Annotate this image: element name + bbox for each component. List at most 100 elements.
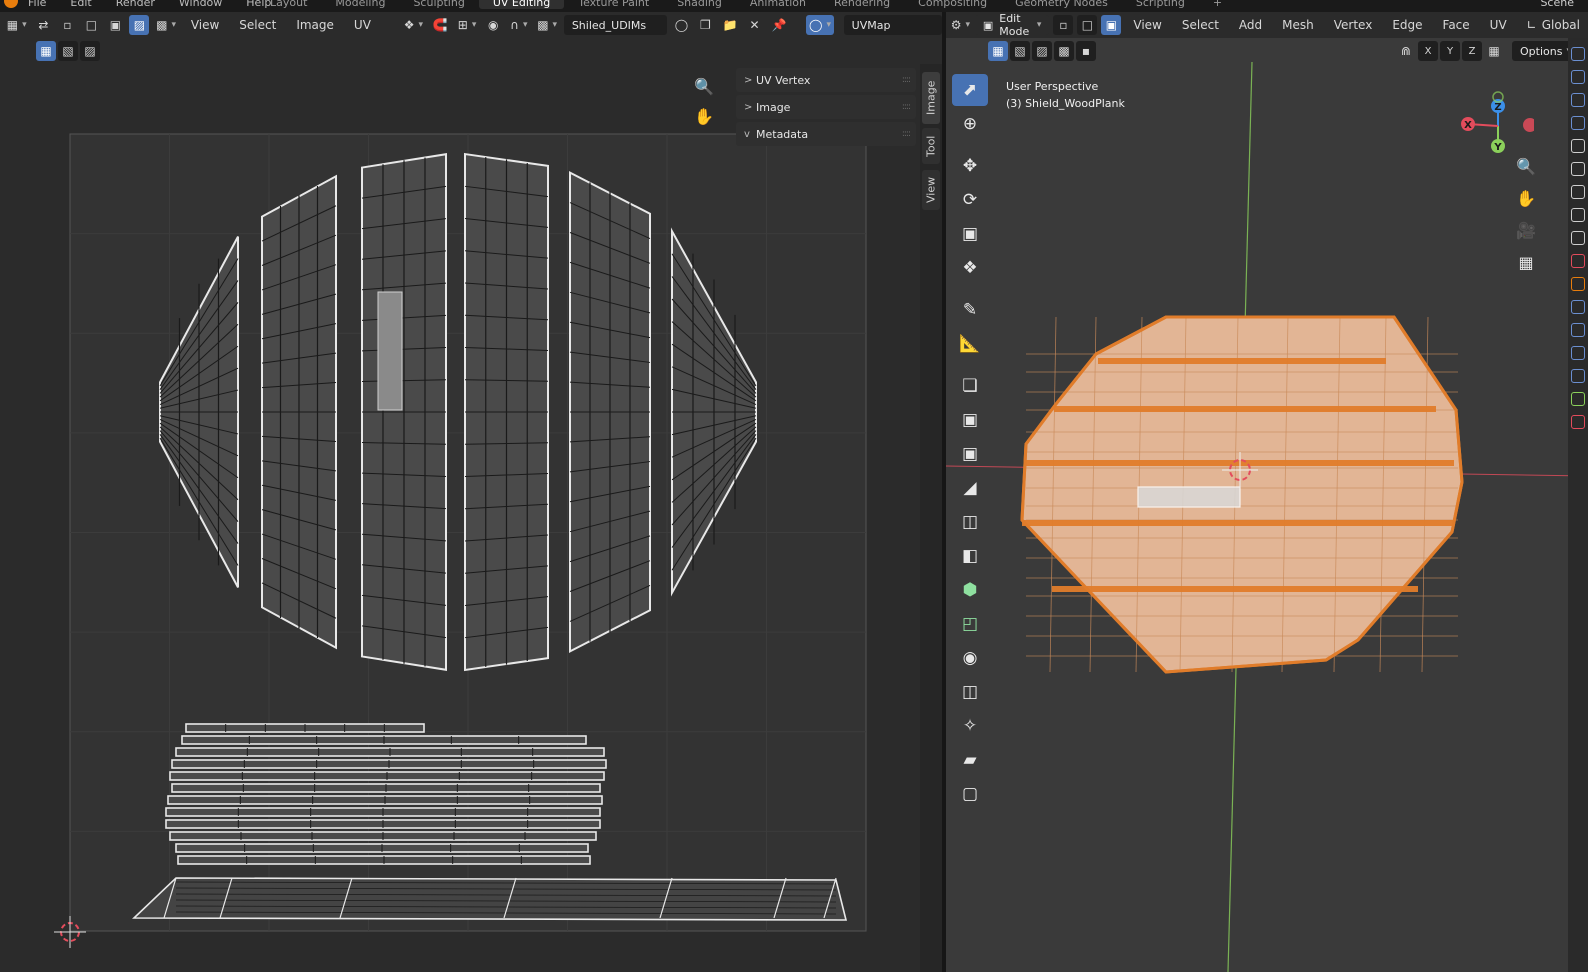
image-name-field[interactable]: Shiled_UDIMs [563, 15, 668, 35]
uv-map-field[interactable]: UVMap [843, 15, 942, 35]
properties-view-layer-icon[interactable] [1571, 208, 1585, 222]
transform-tool-icon[interactable]: ❖ [952, 252, 988, 284]
select-extend-mode-icon[interactable]: ▧ [1010, 41, 1030, 61]
select-box-tool-icon[interactable]: ⬈ [952, 74, 988, 106]
shrink-fatten-tool-icon[interactable]: ✧ [952, 710, 988, 742]
camera-view-icon[interactable]: 🎥 [1512, 216, 1540, 244]
measure-tool-icon[interactable]: 📐 [952, 328, 988, 360]
mirror-z-toggle[interactable]: Z [1462, 41, 1482, 61]
drag-handle-icon[interactable]: :::: [902, 129, 911, 139]
vertex-mode-icon[interactable]: ▫ [1053, 15, 1074, 35]
rotate-tool-icon[interactable]: ⟳ [952, 184, 988, 216]
extrude-tool-icon[interactable]: ▣ [952, 404, 988, 436]
menu-face[interactable]: Face [1435, 15, 1478, 35]
menu-file[interactable]: File [28, 0, 46, 9]
auto-merge-icon[interactable]: ▦ [1484, 41, 1504, 61]
outliner-icon[interactable] [1571, 93, 1585, 107]
menu-render[interactable]: Render [116, 0, 155, 9]
menu-uv[interactable]: UV [1482, 15, 1515, 35]
properties-constraints-icon[interactable] [1571, 369, 1585, 383]
drag-handle-icon[interactable]: :::: [902, 102, 911, 112]
overlay-icon[interactable]: ◯ [806, 15, 834, 35]
tab-image[interactable]: Image [922, 72, 940, 124]
select-invert-mode-icon[interactable]: ▩ [1054, 41, 1074, 61]
scale-tool-icon[interactable]: ▣ [952, 218, 988, 250]
annotate-tool-icon[interactable]: ✎ [952, 294, 988, 326]
menu-window[interactable]: Window [179, 0, 222, 9]
tab-uv-editing[interactable]: UV Editing [478, 0, 565, 9]
outliner-icon[interactable] [1571, 70, 1585, 84]
proportional-edit-icon[interactable]: ◉ [483, 15, 503, 35]
sticky-select-icon[interactable]: ▩ [153, 15, 178, 35]
smooth-tool-icon[interactable]: ◉ [952, 642, 988, 674]
menu-view[interactable]: View [1125, 15, 1169, 35]
select-subtract-mode-icon[interactable]: ▨ [1032, 41, 1052, 61]
tab-compositing[interactable]: Compositing [904, 0, 1001, 9]
properties-data-icon[interactable] [1571, 392, 1585, 406]
vertex-select-icon[interactable]: ▫ [57, 15, 77, 35]
properties-tool-icon[interactable] [1571, 139, 1585, 153]
metadata-panel[interactable]: v Metadata :::: [736, 122, 916, 146]
edge-slide-tool-icon[interactable]: ◫ [952, 676, 988, 708]
properties-output-icon[interactable] [1571, 185, 1585, 199]
face-select-icon[interactable]: ▣ [105, 15, 125, 35]
sync-selection-icon[interactable]: ⇄ [33, 15, 53, 35]
tab-scripting[interactable]: Scripting [1122, 0, 1199, 9]
outliner-icon[interactable] [1571, 47, 1585, 61]
pan-hand-icon[interactable]: ✋ [1512, 184, 1540, 212]
snap-icon[interactable]: 🧲 [430, 15, 451, 35]
neg-x-axis-icon[interactable] [1523, 118, 1534, 132]
properties-modifier-icon[interactable] [1571, 300, 1585, 314]
scene-selector[interactable]: Scene [1540, 0, 1574, 9]
falloff-icon[interactable]: ∩ [507, 15, 530, 35]
mode-selector[interactable]: ▣ Edit Mode [974, 12, 1050, 38]
menu-select[interactable]: Select [231, 15, 284, 35]
select-box-mode-icon[interactable]: ▦ [988, 41, 1008, 61]
drag-handle-icon[interactable]: :::: [902, 75, 911, 85]
tab-modeling[interactable]: Modeling [321, 0, 399, 9]
edge-mode-icon[interactable]: □ [1077, 15, 1098, 35]
tab-rendering[interactable]: Rendering [820, 0, 904, 9]
outliner-icon[interactable] [1571, 116, 1585, 130]
tab-geometry-nodes[interactable]: Geometry Nodes [1001, 0, 1122, 9]
properties-world-icon[interactable] [1571, 254, 1585, 268]
mirror-y-toggle[interactable]: Y [1440, 41, 1460, 61]
pin-icon[interactable]: 📌 [769, 15, 790, 35]
move-tool-icon[interactable]: ✥ [952, 150, 988, 182]
menu-vertex[interactable]: Vertex [1326, 15, 1381, 35]
image-panel[interactable]: > Image :::: [736, 95, 916, 119]
zoom-icon[interactable]: 🔍 [690, 72, 718, 100]
tab-sculpting[interactable]: Sculpting [399, 0, 478, 9]
ortho-grid-icon[interactable]: ▦ [1512, 248, 1540, 276]
bevel-tool-icon[interactable]: ◢ [952, 472, 988, 504]
properties-particles-icon[interactable] [1571, 323, 1585, 337]
tab-texture-paint[interactable]: Texture Paint [564, 0, 663, 9]
properties-scene-icon[interactable] [1571, 231, 1585, 245]
inset-tool-icon[interactable]: ▣ [952, 438, 988, 470]
loop-cut-tool-icon[interactable]: ◫ [952, 506, 988, 538]
unlink-image-icon[interactable]: ✕ [745, 15, 765, 35]
menu-image[interactable]: Image [288, 15, 342, 35]
image-browse-icon[interactable]: ▩ [534, 15, 559, 35]
spin-tool-icon[interactable]: ◰ [952, 608, 988, 640]
snap-target-icon[interactable]: ⊞ [455, 15, 479, 35]
shear-tool-icon[interactable]: ▰ [952, 744, 988, 776]
uv-vertex-panel[interactable]: > UV Vertex :::: [736, 68, 916, 92]
poly-build-tool-icon[interactable]: ⬢ [952, 574, 988, 606]
properties-physics-icon[interactable] [1571, 346, 1585, 360]
uv-canvas[interactable] [0, 64, 920, 972]
new-image-icon[interactable]: ❐ [695, 15, 715, 35]
menu-edge[interactable]: Edge [1384, 15, 1430, 35]
edge-select-icon[interactable]: □ [81, 15, 101, 35]
add-workspace-button[interactable]: + [1199, 0, 1236, 9]
open-image-icon[interactable]: 📁 [719, 15, 740, 35]
properties-render-icon[interactable] [1571, 162, 1585, 176]
face-mode-icon[interactable]: ▣ [1101, 15, 1122, 35]
cursor-tool-icon[interactable]: ⊕ [952, 108, 988, 140]
add-cube-tool-icon[interactable]: ❏ [952, 370, 988, 402]
properties-material-icon[interactable] [1571, 415, 1585, 429]
menu-mesh[interactable]: Mesh [1274, 15, 1322, 35]
menu-add[interactable]: Add [1231, 15, 1270, 35]
menu-select[interactable]: Select [1174, 15, 1227, 35]
island-select-icon[interactable]: ▨ [129, 15, 150, 35]
